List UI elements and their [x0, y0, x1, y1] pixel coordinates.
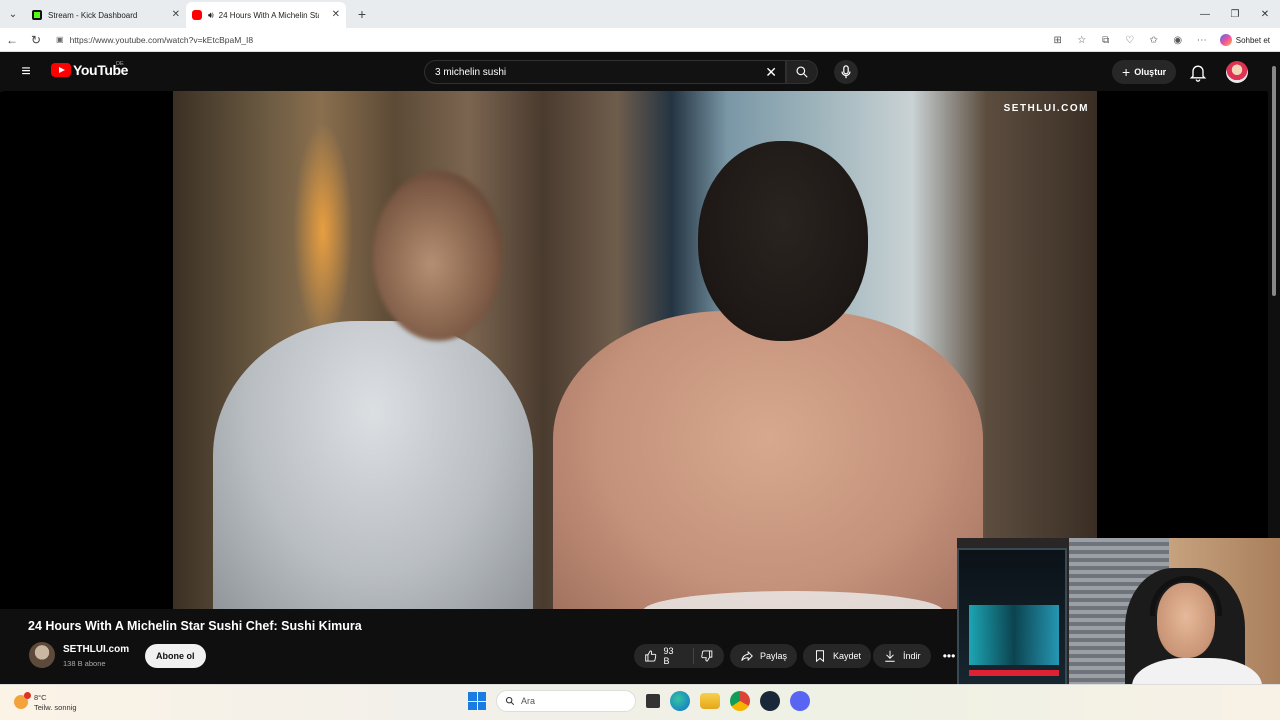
steam-icon[interactable] — [760, 691, 780, 711]
channel-name[interactable]: SETHLUI.com — [63, 644, 129, 655]
microphone-icon — [841, 65, 851, 79]
bookmark-icon — [816, 650, 824, 663]
account-avatar[interactable] — [1226, 61, 1248, 83]
window-close-icon[interactable]: ✕ — [1250, 0, 1280, 28]
speaker-icon[interactable]: 🔊︎ — [208, 10, 214, 21]
windows-taskbar: 8°C Teilw. sonnig Ara — [0, 684, 1280, 720]
tab-youtube-video[interactable]: 🔊︎ 24 Hours With A Michelin Star ✕ — [186, 2, 346, 28]
weather-sun-icon — [14, 692, 31, 709]
extensions-puzzle-icon[interactable]: ⧉ — [1094, 35, 1118, 46]
copilot-label: Sohbet et — [1235, 35, 1270, 45]
edge-browser-icon[interactable] — [670, 691, 690, 711]
taskbar-search-placeholder: Ara — [521, 696, 536, 706]
minimize-icon[interactable]: — — [1190, 0, 1220, 28]
like-divider — [693, 648, 695, 664]
profile-icon[interactable]: ◉ — [1166, 35, 1190, 46]
save-label: Kaydet — [833, 651, 862, 661]
url-field[interactable]: ▣ https://www.youtube.com/watch?v=kEtcBp… — [56, 31, 1056, 49]
favorite-star-icon[interactable]: ☆ — [1070, 35, 1094, 46]
browser-essentials-icon[interactable]: ♡ — [1118, 35, 1142, 46]
notifications-bell-icon[interactable] — [1188, 62, 1208, 82]
download-label: İndir — [903, 651, 921, 661]
discord-icon[interactable] — [790, 691, 810, 711]
kick-favicon-icon — [32, 10, 42, 20]
tab-kick-dashboard[interactable]: Stream - Kick Dashboard ✕ — [26, 2, 186, 28]
video-frame[interactable]: SETHLUI.COM — [173, 91, 1097, 609]
video-scene-woman — [553, 311, 983, 609]
plus-icon: + — [1122, 64, 1131, 80]
weather-temperature: 8°C — [34, 693, 47, 702]
share-button[interactable]: Paylaş — [730, 644, 798, 668]
subscriber-count: 138 B abone — [63, 659, 106, 668]
video-scene-woman-head — [698, 141, 868, 341]
windows-start-icon[interactable] — [468, 692, 486, 710]
restore-icon[interactable]: ❐ — [1220, 0, 1250, 28]
thumbs-down-icon[interactable] — [700, 649, 714, 663]
save-button[interactable]: Kaydet — [803, 644, 872, 668]
more-actions-icon[interactable]: ••• — [940, 644, 958, 668]
search-icon — [505, 696, 515, 706]
video-scene-man — [213, 321, 533, 609]
create-button[interactable]: + Oluştur — [1112, 60, 1177, 84]
thumbs-up-icon[interactable] — [644, 649, 658, 663]
browser-extensions: ⊞ ☆ ⧉ ♡ ✩ ◉ ⋯ Sohbet et — [1046, 28, 1280, 52]
video-player[interactable]: SETHLUI.COM — [3, 91, 1267, 609]
youtube-masthead: ≡ YouTube DE 3 michelin sushi ✕ + Oluştu… — [0, 52, 1280, 92]
youtube-play-icon — [51, 63, 71, 77]
video-info: 24 Hours With A Michelin Star Sushi Chef… — [0, 609, 958, 684]
like-dislike-group: 93 B — [634, 644, 724, 668]
share-arrow-icon — [741, 650, 753, 662]
file-explorer-icon[interactable] — [700, 693, 720, 709]
site-info-icon[interactable]: ▣ — [56, 35, 64, 44]
clear-search-icon[interactable]: ✕ — [765, 64, 777, 81]
taskbar-search-box[interactable]: Ara — [496, 690, 636, 712]
chrome-browser-icon[interactable] — [730, 691, 750, 711]
search-query-text: 3 michelin sushi — [435, 66, 507, 78]
new-tab-plus-icon[interactable]: + — [350, 6, 374, 22]
voice-search-button[interactable] — [834, 60, 858, 84]
task-view-icon[interactable] — [646, 694, 660, 708]
window-controls: — ❐ ✕ — [1190, 0, 1280, 28]
hamburger-menu-icon[interactable]: ≡ — [16, 62, 36, 82]
video-watermark: SETHLUI.COM — [1003, 103, 1089, 114]
like-count[interactable]: 93 B — [664, 646, 682, 666]
url-text: https://www.youtube.com/watch?v=kEtcBpaM… — [69, 34, 254, 45]
reload-icon[interactable]: ↻ — [24, 33, 48, 47]
create-label: Oluştur — [1134, 67, 1167, 77]
browser-tab-strip: ⌄ Stream - Kick Dashboard ✕ 🔊︎ 24 Hours … — [0, 0, 1280, 28]
youtube-logo[interactable]: YouTube DE — [51, 61, 128, 78]
download-button[interactable]: İndir — [873, 644, 931, 668]
subscribe-button[interactable]: Abone ol — [145, 644, 206, 668]
tab-actions-chevron-icon[interactable]: ⌄ — [0, 0, 26, 28]
weather-condition: Teilw. sonnig — [34, 703, 77, 712]
address-toolbar: ← ↻ ▣ https://www.youtube.com/watch?v=kE… — [0, 28, 1280, 52]
country-code: DE — [116, 61, 124, 67]
search-input[interactable]: 3 michelin sushi ✕ — [424, 60, 786, 84]
share-label: Paylaş — [760, 651, 788, 661]
search-icon — [796, 66, 808, 78]
video-title: 24 Hours With A Michelin Star Sushi Chef… — [28, 619, 362, 633]
app-available-icon[interactable]: ⊞ — [1046, 35, 1070, 46]
copilot-icon — [1219, 34, 1232, 46]
copilot-button[interactable]: Sohbet et — [1214, 34, 1280, 46]
video-scene-light — [293, 121, 353, 341]
channel-avatar[interactable] — [29, 642, 55, 668]
close-icon[interactable]: ✕ — [332, 9, 340, 20]
tab-title: 24 Hours With A Michelin Star — [218, 10, 319, 20]
weather-widget[interactable]: 8°C Teilw. sonnig — [14, 692, 77, 713]
scrollbar-thumb[interactable] — [1272, 66, 1276, 296]
back-arrow-icon[interactable]: ← — [0, 33, 24, 47]
collections-icon[interactable]: ✩ — [1142, 35, 1166, 46]
tab-title: Stream - Kick Dashboard — [48, 10, 138, 20]
settings-more-icon[interactable]: ⋯ — [1190, 35, 1214, 46]
youtube-favicon-icon — [192, 10, 202, 20]
video-scene-man-head — [373, 171, 503, 341]
search-button[interactable] — [786, 60, 818, 84]
close-icon[interactable]: ✕ — [172, 9, 180, 20]
download-icon — [885, 650, 895, 662]
taskbar-apps: Ara — [468, 690, 810, 712]
